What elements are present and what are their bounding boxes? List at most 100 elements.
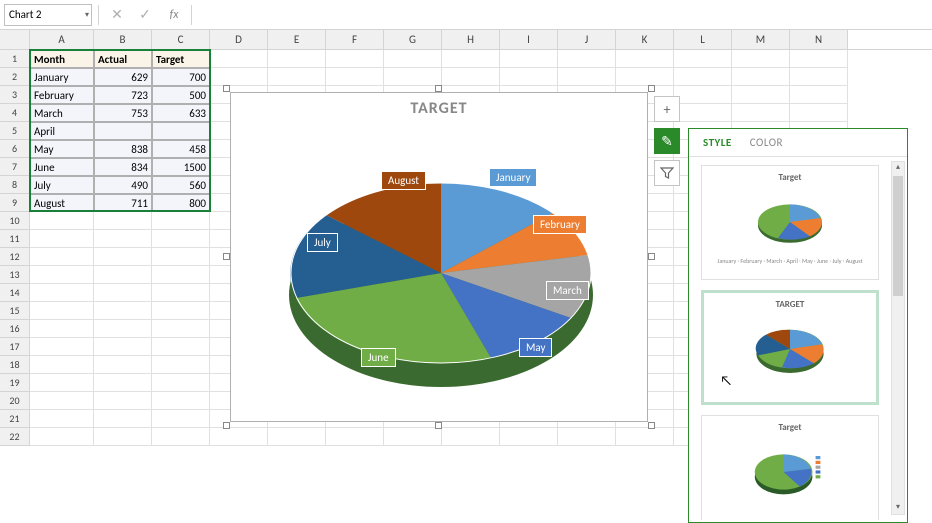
cell-B21[interactable] (94, 410, 152, 428)
cell-C7[interactable]: 1500 (152, 158, 210, 176)
cell-L2[interactable] (674, 68, 732, 86)
cell-A20[interactable] (30, 392, 94, 410)
insert-function-button[interactable]: fx (161, 4, 185, 26)
select-all-corner[interactable] (0, 30, 30, 49)
cell-A6[interactable]: May (30, 140, 94, 158)
col-header-H[interactable]: H (442, 30, 500, 49)
cell-C4[interactable]: 633 (152, 104, 210, 122)
cell-C11[interactable] (152, 230, 210, 248)
cell-H2[interactable] (442, 68, 500, 86)
row-header-21[interactable]: 21 (0, 410, 30, 428)
cell-C21[interactable] (152, 410, 210, 428)
cell-C18[interactable] (152, 356, 210, 374)
cell-N1[interactable] (790, 50, 848, 68)
row-header-12[interactable]: 12 (0, 248, 30, 266)
cell-B11[interactable] (94, 230, 152, 248)
row-header-16[interactable]: 16 (0, 320, 30, 338)
cell-A9[interactable]: August (30, 194, 94, 212)
cell-F22[interactable] (326, 428, 384, 446)
row-header-13[interactable]: 13 (0, 266, 30, 284)
cell-C8[interactable]: 560 (152, 176, 210, 194)
cell-L1[interactable] (674, 50, 732, 68)
cell-A19[interactable] (30, 374, 94, 392)
slice-label-july[interactable]: July (307, 233, 338, 252)
cell-C10[interactable] (152, 212, 210, 230)
col-header-E[interactable]: E (268, 30, 326, 49)
cell-J1[interactable] (558, 50, 616, 68)
col-header-C[interactable]: C (152, 30, 210, 49)
col-header-G[interactable]: G (384, 30, 442, 49)
slice-label-august[interactable]: August (381, 171, 426, 190)
row-header-17[interactable]: 17 (0, 338, 30, 356)
row-header-11[interactable]: 11 (0, 230, 30, 248)
cell-A11[interactable] (30, 230, 94, 248)
cell-C1[interactable]: Target (152, 50, 210, 68)
cell-C17[interactable] (152, 338, 210, 356)
cell-I22[interactable] (500, 428, 558, 446)
cell-L4[interactable] (674, 104, 732, 122)
cell-B15[interactable] (94, 302, 152, 320)
cell-B20[interactable] (94, 392, 152, 410)
cell-A21[interactable] (30, 410, 94, 428)
cell-A13[interactable] (30, 266, 94, 284)
cell-A10[interactable] (30, 212, 94, 230)
cell-B3[interactable]: 723 (94, 86, 152, 104)
cell-A3[interactable]: February (30, 86, 94, 104)
col-header-M[interactable]: M (732, 30, 790, 49)
cell-D1[interactable] (210, 50, 268, 68)
cell-A8[interactable]: July (30, 176, 94, 194)
cell-A17[interactable] (30, 338, 94, 356)
cell-B4[interactable]: 753 (94, 104, 152, 122)
row-header-18[interactable]: 18 (0, 356, 30, 374)
cell-N2[interactable] (790, 68, 848, 86)
col-header-J[interactable]: J (558, 30, 616, 49)
cell-A12[interactable] (30, 248, 94, 266)
col-header-L[interactable]: L (674, 30, 732, 49)
cell-B10[interactable] (94, 212, 152, 230)
col-header-N[interactable]: N (790, 30, 848, 49)
col-header-B[interactable]: B (94, 30, 152, 49)
cell-B8[interactable]: 490 (94, 176, 152, 194)
cell-C12[interactable] (152, 248, 210, 266)
cell-D2[interactable] (210, 68, 268, 86)
slice-label-may[interactable]: May (519, 338, 552, 357)
cell-A14[interactable] (30, 284, 94, 302)
cell-E1[interactable] (268, 50, 326, 68)
cell-B2[interactable]: 629 (94, 68, 152, 86)
cell-C15[interactable] (152, 302, 210, 320)
col-header-D[interactable]: D (210, 30, 268, 49)
row-header-3[interactable]: 3 (0, 86, 30, 104)
col-header-A[interactable]: A (30, 30, 94, 49)
cell-I2[interactable] (500, 68, 558, 86)
cell-C2[interactable]: 700 (152, 68, 210, 86)
cell-B22[interactable] (94, 428, 152, 446)
cell-B12[interactable] (94, 248, 152, 266)
cell-B9[interactable]: 711 (94, 194, 152, 212)
cell-H1[interactable] (442, 50, 500, 68)
row-header-10[interactable]: 10 (0, 212, 30, 230)
cell-A2[interactable]: January (30, 68, 94, 86)
cell-A4[interactable]: March (30, 104, 94, 122)
col-header-K[interactable]: K (616, 30, 674, 49)
tab-color[interactable]: COLOR (750, 136, 783, 149)
cell-B17[interactable] (94, 338, 152, 356)
name-box-dropdown-icon[interactable]: ▾ (85, 10, 89, 20)
cell-K2[interactable] (616, 68, 674, 86)
slice-label-january[interactable]: January (489, 168, 537, 187)
cell-A1[interactable]: Month (30, 50, 94, 68)
cell-M1[interactable] (732, 50, 790, 68)
cell-C20[interactable] (152, 392, 210, 410)
cell-F2[interactable] (326, 68, 384, 86)
cell-E22[interactable] (268, 428, 326, 446)
row-header-20[interactable]: 20 (0, 392, 30, 410)
cell-A18[interactable] (30, 356, 94, 374)
formula-input[interactable] (198, 4, 928, 26)
row-header-7[interactable]: 7 (0, 158, 30, 176)
cell-B14[interactable] (94, 284, 152, 302)
row-header-22[interactable]: 22 (0, 428, 30, 446)
cell-N4[interactable] (790, 104, 848, 122)
chart-styles-button[interactable]: ✎ (654, 128, 680, 154)
slice-label-march[interactable]: March (546, 281, 589, 300)
cell-K22[interactable] (616, 428, 674, 446)
style-thumb-1[interactable]: Target January · February · March · Apri… (701, 165, 879, 280)
